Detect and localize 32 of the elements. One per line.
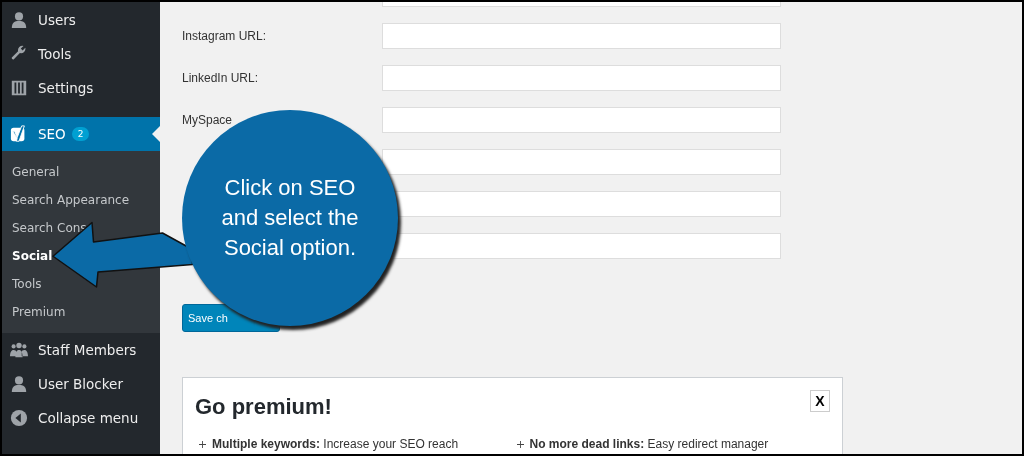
logo-icon bbox=[10, 125, 28, 143]
close-button[interactable]: X bbox=[810, 390, 830, 412]
count-badge: 2 bbox=[71, 127, 90, 141]
menu-item[interactable]: SEO 2 bbox=[2, 117, 160, 151]
field-label: LinkedIn URL: bbox=[182, 71, 259, 85]
submenu-item[interactable]: General bbox=[12, 165, 60, 179]
settings-icon bbox=[10, 79, 28, 97]
plus-icon bbox=[516, 440, 524, 448]
field-label: MySpace bbox=[182, 113, 233, 127]
url-field[interactable] bbox=[382, 23, 781, 49]
feature-text: No more dead links: Easy redirect manager bbox=[529, 437, 769, 451]
menu-item[interactable]: Staff Members bbox=[2, 333, 160, 367]
url-field[interactable] bbox=[382, 65, 781, 91]
group-icon bbox=[10, 341, 28, 359]
url-field[interactable] bbox=[382, 107, 781, 133]
submenu-item[interactable]: Social bbox=[12, 249, 53, 263]
feature-text: Multiple keywords: Increase your SEO reach bbox=[212, 437, 459, 451]
menu-item[interactable]: User Blocker bbox=[2, 367, 160, 401]
menu-item[interactable]: Users bbox=[2, 3, 160, 37]
plus-icon bbox=[199, 440, 206, 448]
submenu-item[interactable]: Tools bbox=[12, 277, 42, 291]
field-label: Instagram URL: bbox=[182, 29, 267, 43]
card-title: Go premium! bbox=[195, 394, 332, 420]
submenu-item[interactable]: Search Appearance bbox=[12, 193, 130, 207]
submenu-item[interactable]: Premium bbox=[12, 305, 66, 319]
url-field[interactable] bbox=[382, 149, 781, 175]
menu-item[interactable]: Tools bbox=[2, 37, 160, 71]
menu-item[interactable]: Collapse menu bbox=[2, 401, 160, 435]
user-icon bbox=[10, 375, 28, 393]
user-icon bbox=[10, 11, 28, 29]
collapse-icon bbox=[10, 409, 28, 427]
menu-item[interactable]: Settings bbox=[2, 71, 160, 105]
